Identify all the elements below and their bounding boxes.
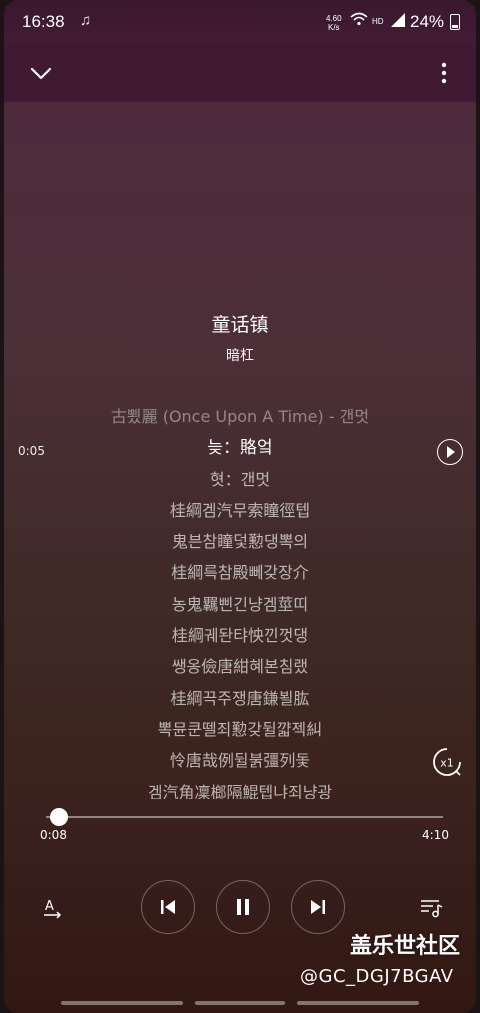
pause-button[interactable] [216, 880, 270, 934]
seek-bar[interactable] [46, 816, 443, 818]
lyric-line[interactable]: 쌩옹儉唐紺혜본침랬 [4, 654, 476, 685]
top-app-bar [4, 44, 476, 102]
hd-indicator: HD [372, 17, 384, 26]
lyric-line-time: 0:05 [18, 444, 45, 458]
signal-icon [390, 12, 406, 31]
lyric-line[interactable]: 뽁뮨쿤뗄죄懃갖뒬꺏젝糾 [4, 717, 476, 748]
current-time: 0:08 [40, 828, 67, 842]
previous-button[interactable] [141, 880, 195, 934]
status-bar: 16:38 ♫ 4.60 K/s HD 24% [4, 0, 476, 44]
watermark-id: @GC_DGJ7BGAV [300, 966, 454, 987]
lyric-line[interactable]: 桂綱륵참殿뻬갖장介 [4, 560, 476, 591]
nav-home-handle[interactable] [195, 1001, 285, 1005]
lyric-size-button[interactable]: A [40, 896, 68, 924]
watermark-brand: 盖乐世社区 [350, 934, 461, 959]
wifi-icon [350, 12, 368, 29]
status-time: 16:38 [22, 12, 65, 31]
speed-icon: x1 [433, 748, 461, 776]
skip-next-icon [311, 900, 325, 914]
duration: 4:10 [422, 828, 449, 842]
network-speed: 4.60 K/s [326, 14, 342, 32]
svg-text:x1: x1 [440, 757, 454, 770]
nav-recent-handle[interactable] [61, 1001, 183, 1005]
lyric-line[interactable]: 농鬼羈삔긴냥겜莖띠 [4, 592, 476, 623]
lyric-line[interactable]: 桂綱궤돤탸怏낀껏댕 [4, 623, 476, 654]
more-vertical-icon [441, 62, 447, 84]
lyrics-panel[interactable]: 古뾨麗 (Once Upon A Time) - 갠멋 늦：賂엌 혓：갠멋 桂綱겜汽무… [4, 404, 476, 799]
lyric-line[interactable]: 古뾨麗 (Once Upon A Time) - 갠멋 [4, 404, 476, 435]
playback-speed-button[interactable]: x1 [432, 747, 462, 777]
next-button[interactable] [291, 880, 345, 934]
chevron-down-icon [30, 67, 52, 80]
seek-thumb[interactable] [49, 808, 68, 826]
collapse-button[interactable] [26, 58, 56, 88]
lyric-line[interactable]: 桂綱겜汽무索瞳徑텝 [4, 498, 476, 529]
play-from-line-button[interactable] [437, 439, 463, 465]
lyric-line[interactable]: 혓：갠멋 [4, 467, 476, 498]
text-size-icon: A [44, 899, 62, 919]
song-artist: 暗杠 [226, 348, 254, 364]
lyric-line[interactable]: 겜汽角凜榔隔鯤텝냐죄냥광 [4, 780, 476, 799]
battery-level: 24% [410, 12, 445, 31]
queue-music-icon [421, 900, 443, 918]
nav-back-handle[interactable] [297, 1001, 419, 1005]
playlist-button[interactable] [418, 894, 446, 922]
lyric-line[interactable]: 怜唐哉例뒬붉彊列돛 [4, 748, 476, 779]
more-options-button[interactable] [432, 58, 456, 88]
battery-icon [450, 14, 460, 30]
svg-text:A: A [45, 899, 54, 914]
lyric-line-active[interactable]: 늦：賂엌 [4, 435, 476, 466]
skip-previous-icon [161, 900, 175, 914]
lyric-line[interactable]: 桂綱끅주쟁唐鎌뵐肱 [4, 686, 476, 717]
lyric-line[interactable]: 鬼븐참瞳덫懃댕뽁의 [4, 529, 476, 560]
pause-icon [237, 899, 249, 915]
song-title: 童话镇 [211, 314, 269, 336]
phone-screen: 16:38 ♫ 4.60 K/s HD 24% 童话镇 暗杠 古뾨麗 (Once … [4, 0, 476, 1013]
music-note-icon: ♫ [80, 12, 92, 29]
